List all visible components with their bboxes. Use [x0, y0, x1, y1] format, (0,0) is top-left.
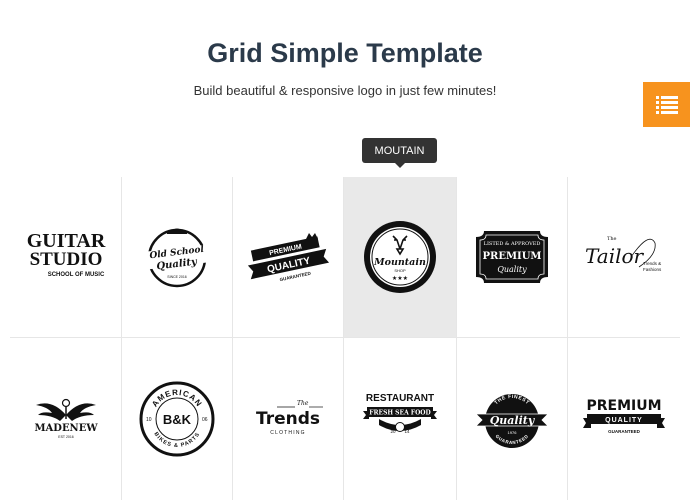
- svg-text:SINCE 2016: SINCE 2016: [167, 275, 187, 279]
- svg-text:PREMIUM: PREMIUM: [483, 251, 542, 262]
- svg-text:20: 20: [390, 429, 396, 434]
- svg-text:RESTAURANT: RESTAURANT: [366, 393, 434, 404]
- menu-button[interactable]: [643, 82, 690, 127]
- svg-text:14: 14: [404, 429, 410, 434]
- svg-text:06: 06: [202, 417, 208, 423]
- logo-cell-madenew[interactable]: MADENEW EST 2016: [10, 338, 122, 500]
- svg-text:★★★: ★★★: [392, 275, 408, 282]
- logo-cell-mountain[interactable]: Mountain SHOP ★★★: [344, 177, 457, 338]
- svg-text:Quality: Quality: [490, 414, 536, 427]
- svg-text:B&K: B&K: [163, 412, 192, 427]
- page-subtitle: Build beautiful & responsive logo in jus…: [193, 83, 497, 98]
- svg-text:PREMIUM: PREMIUM: [586, 398, 661, 414]
- tooltip: MOUTAIN: [362, 138, 437, 168]
- svg-text:LISTED & APPROVED: LISTED & APPROVED: [484, 241, 541, 247]
- restaurant-logo: RESTAURANT FRESH SEA FOOD 20 14: [363, 393, 437, 434]
- svg-text:QUALITY: QUALITY: [605, 417, 643, 424]
- svg-text:GUARANTEED: GUARANTEED: [279, 271, 312, 283]
- trends-logo: The Trends CLOTHING: [256, 400, 323, 436]
- svg-text:The: The: [297, 400, 309, 407]
- svg-text:Trends &: Trends &: [643, 261, 661, 266]
- svg-text:Tailor: Tailor: [585, 244, 645, 268]
- svg-text:Trends: Trends: [256, 409, 320, 429]
- svg-text:10: 10: [146, 417, 152, 423]
- madenew-logo: MADENEW EST 2016: [34, 398, 98, 439]
- svg-text:MADENEW: MADENEW: [34, 423, 98, 434]
- svg-text:GUARANTEED: GUARANTEED: [608, 429, 641, 434]
- svg-text:SCHOOL OF MUSIC: SCHOOL OF MUSIC: [47, 272, 104, 278]
- svg-text:CLOTHING: CLOTHING: [270, 430, 305, 436]
- logo-grid: GUITAR STUDIO SCHOOL OF MUSIC Old School…: [10, 177, 680, 500]
- the-finest-logo: THE FINEST GUARANTEED Quality 1976: [475, 394, 549, 448]
- logo-cell-trends[interactable]: The Trends CLOTHING: [233, 338, 344, 500]
- logo-cell-premium-banner[interactable]: PREMIUM QUALITY GUARANTEED: [233, 177, 344, 338]
- svg-text:EST 2016: EST 2016: [58, 435, 74, 439]
- logo-cell-premium-label[interactable]: LISTED & APPROVED PREMIUM Quality: [457, 177, 568, 338]
- svg-text:Fashions: Fashions: [643, 267, 662, 272]
- logo-cell-american[interactable]: AMERICAN BIKES & PARTS B&K 10 06: [122, 338, 233, 500]
- svg-text:Quality: Quality: [497, 265, 527, 274]
- svg-text:SHOP: SHOP: [394, 268, 406, 273]
- logo-cell-tailor[interactable]: The Tailor Trends & Fashions: [568, 177, 680, 338]
- svg-text:FRESH SEA FOOD: FRESH SEA FOOD: [369, 410, 430, 417]
- mountain-logo: Mountain SHOP ★★★: [364, 221, 436, 293]
- logo-cell-old-school[interactable]: Old School Quality SINCE 2016: [122, 177, 233, 338]
- premium-quality-logo: PREMIUM QUALITY GUARANTEED: [583, 398, 665, 434]
- list-icon: [655, 95, 678, 114]
- premium-label-logo: LISTED & APPROVED PREMIUM Quality: [476, 231, 548, 283]
- tailor-logo: The Tailor Trends & Fashions: [585, 236, 662, 272]
- old-school-logo: Old School Quality SINCE 2016: [143, 228, 211, 288]
- logo-cell-premium-quality[interactable]: PREMIUM QUALITY GUARANTEED: [568, 338, 680, 500]
- logo-cell-restaurant[interactable]: RESTAURANT FRESH SEA FOOD 20 14: [344, 338, 457, 500]
- svg-text:Mountain: Mountain: [373, 257, 426, 268]
- logo-cell-the-finest[interactable]: THE FINEST GUARANTEED Quality 1976: [457, 338, 568, 500]
- guitar-studio-logo: GUITAR STUDIO SCHOOL OF MUSIC: [26, 230, 105, 278]
- logo-cell-guitar-studio[interactable]: GUITAR STUDIO SCHOOL OF MUSIC: [10, 177, 122, 338]
- american-logo: AMERICAN BIKES & PARTS B&K 10 06: [139, 381, 215, 457]
- svg-text:The: The: [607, 236, 617, 242]
- svg-text:1976: 1976: [508, 430, 518, 435]
- premium-banner-logo: PREMIUM QUALITY GUARANTEED: [247, 233, 330, 283]
- svg-text:STUDIO: STUDIO: [29, 249, 102, 270]
- page-title: Grid Simple Template: [207, 38, 483, 68]
